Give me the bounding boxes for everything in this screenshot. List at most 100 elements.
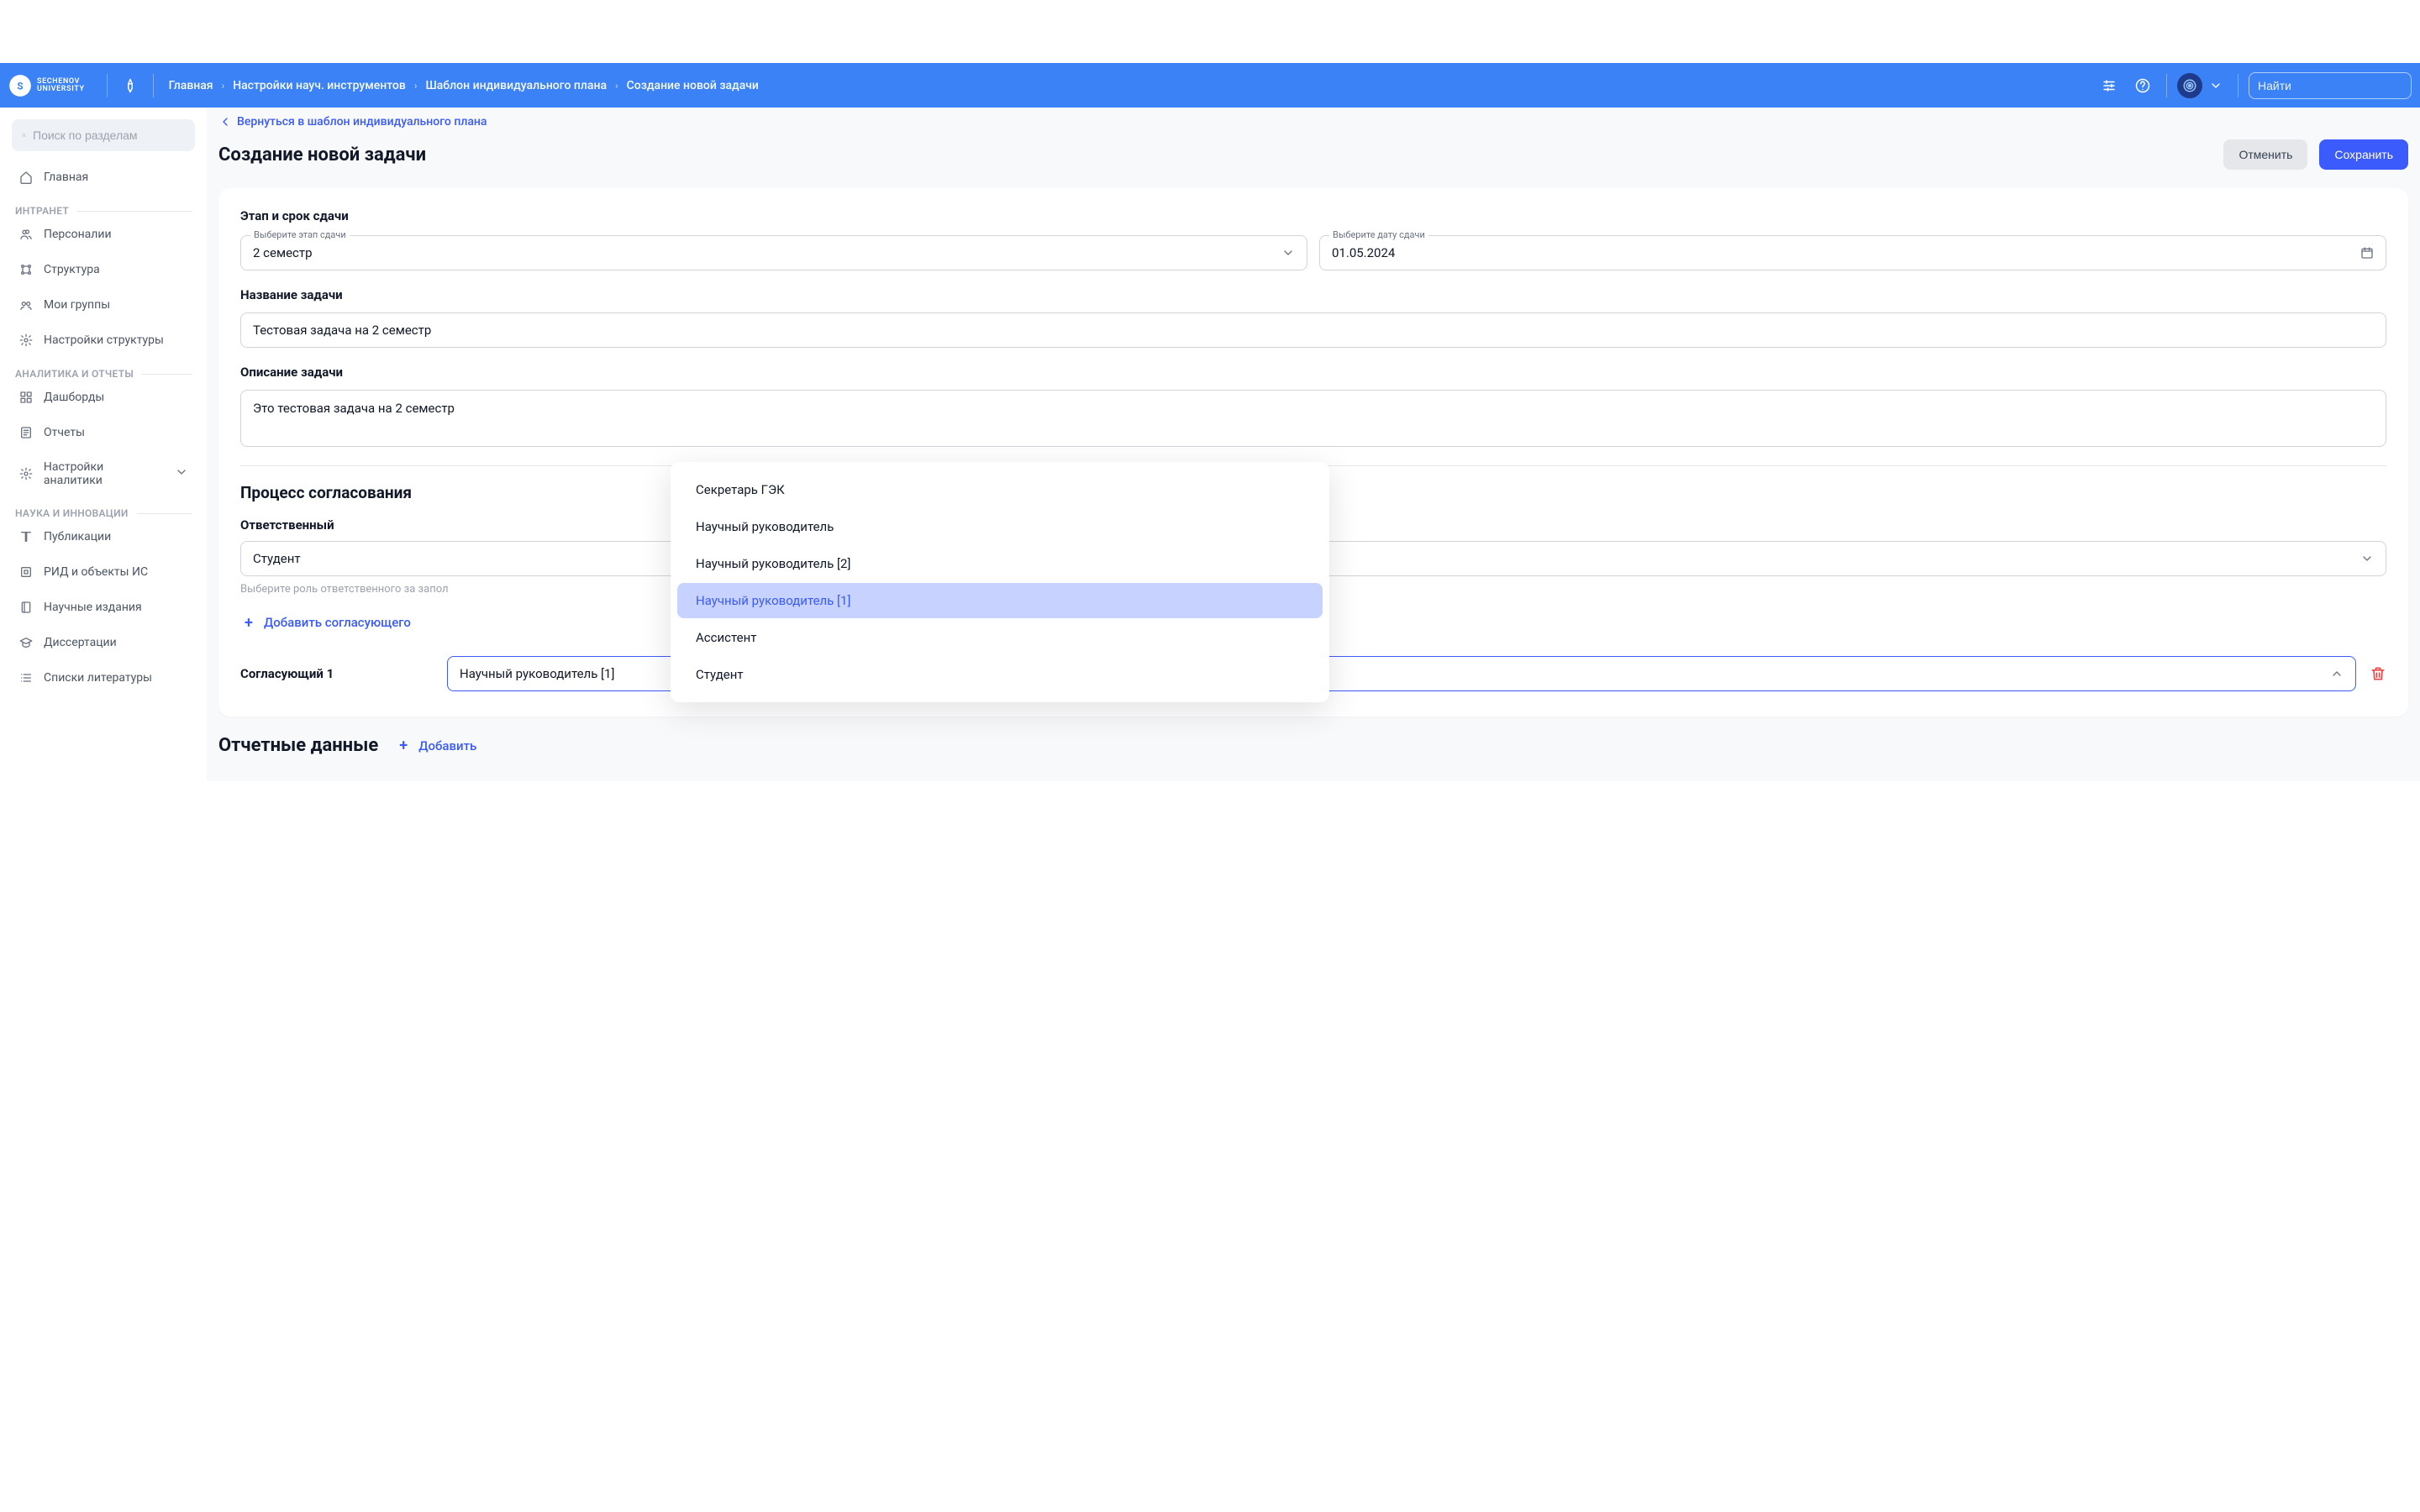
gear-icon [18,466,34,481]
task-form-card: Этап и срок сдачи Выберите этап сдачи 2 … [218,188,2408,717]
page-title: Создание новой задачи [218,144,426,165]
name-label: Название задачи [240,287,2386,302]
stage-select[interactable]: 2 семестр [240,235,1307,270]
avatar[interactable] [2177,73,2202,98]
logo[interactable]: S SECHENOV UNIVERSITY [8,74,85,97]
help-icon[interactable] [2129,72,2156,99]
dropdown-option[interactable]: Секретарь ГЭК [677,472,1323,507]
chevron-up-icon [2330,667,2344,680]
breadcrumb-item-1[interactable]: Настройки науч. инструментов [233,79,406,92]
stage-section-label: Этап и срок сдачи [240,208,2386,223]
dashboard-icon [18,390,34,405]
delete-approver-button[interactable] [2370,665,2386,682]
report-icon [18,425,34,440]
sidebar-item-groups[interactable]: Мои группы [12,287,195,323]
dropdown-option[interactable]: Студент [677,657,1323,692]
approver-dropdown: Секретарь ГЭКНаучный руководительНаучный… [671,462,1329,702]
book-icon [18,529,34,544]
sidebar-item-bibliography[interactable]: Списки литературы [12,660,195,696]
users-icon [18,227,34,242]
browser-chrome-placeholder [0,0,2420,63]
sidebar-item-label: Главная [44,171,88,184]
search-icon [22,129,26,142]
chevron-right-icon: › [222,80,225,92]
cancel-button[interactable]: Отменить [2223,139,2307,170]
chevron-right-icon: › [414,80,418,92]
date-field-label: Выберите дату сдачи [1329,229,1428,240]
sidebar-item-persons[interactable]: Персоналии [12,217,195,252]
sidebar-item-label: Списки литературы [44,671,152,685]
sidebar-item-structure-settings[interactable]: Настройки структуры [12,323,195,358]
logo-text: SECHENOV UNIVERSITY [37,78,85,93]
sidebar-item-label: Дашборды [44,391,104,404]
breadcrumb-item-2[interactable]: Шаблон индивидуального плана [425,79,607,92]
sidebar-item-structure[interactable]: Структура [12,252,195,287]
top-search[interactable] [2249,72,2412,99]
sidebar-item-label: Персоналии [44,228,112,241]
ip-icon [18,564,34,580]
settings-sliders-icon[interactable] [2096,72,2123,99]
sidebar-item-dissertations[interactable]: Диссертации [12,625,195,660]
sidebar-item-label: РИД и объекты ИС [44,565,148,579]
report-section-title: Отчетные данные [218,735,378,756]
chevron-right-icon: › [615,80,618,92]
sidebar-section-intranet: ИНТРАНЕТ [12,205,195,217]
breadcrumb: Главная › Настройки науч. инструментов ›… [169,79,759,92]
svg-text:S: S [17,80,23,92]
sidebar-search-input[interactable] [33,129,185,142]
sidebar-item-label: Настройки структуры [44,333,164,347]
task-name-input[interactable] [240,312,2386,348]
main-content: Вернуться в шаблон индивидуального плана… [207,108,2420,781]
sidebar-item-ip[interactable]: РИД и объекты ИС [12,554,195,590]
topbar: S SECHENOV UNIVERSITY Главная › Настройк… [0,63,2420,108]
sidebar-item-dashboards[interactable]: Дашборды [12,380,195,415]
sidebar-item-label: Диссертации [44,636,117,649]
dropdown-option[interactable]: Ассистент [677,620,1323,655]
chevron-down-icon[interactable] [2209,79,2223,92]
save-button[interactable]: Сохранить [2319,139,2408,170]
sidebar-item-publications[interactable]: Публикации [12,519,195,554]
dropdown-option[interactable]: Научный руководитель [677,509,1323,544]
sidebar-item-label: Структура [44,263,100,276]
breadcrumb-item-0[interactable]: Главная [169,79,213,92]
plus-icon: + [240,614,257,631]
sidebar-item-analytics-settings[interactable]: Настройки аналитики [12,450,195,497]
stage-field-label: Выберите этап сдачи [250,229,350,240]
task-desc-input[interactable] [240,390,2386,447]
sidebar-item-reports[interactable]: Отчеты [12,415,195,450]
sidebar-section-analytics: АНАЛИТИКА И ОТЧЕТЫ [12,368,195,380]
breadcrumb-item-3[interactable]: Создание новой задачи [627,79,759,92]
sidebar-item-home[interactable]: Главная [12,160,195,195]
journal-icon [18,600,34,615]
structure-icon [18,262,34,277]
sidebar-search[interactable] [12,119,195,151]
home-icon [18,170,34,185]
sidebar-item-label: Публикации [44,530,111,543]
sidebar-item-label: Настройки аналитики [44,460,165,487]
dropdown-option[interactable]: Научный руководитель [2] [677,546,1323,581]
sidebar-item-label: Научные издания [44,601,142,614]
calendar-icon [2360,246,2374,260]
chevron-down-icon [1281,246,1295,260]
approver1-label: Согласующий 1 [240,666,434,681]
pin-icon[interactable] [123,78,138,93]
list-icon [18,670,34,685]
logo-icon: S [8,74,32,97]
add-report-button[interactable]: + Добавить [395,738,476,754]
dropdown-option[interactable]: Научный руководитель [1] [677,583,1323,618]
sidebar-section-science: НАУКА И ИННОВАЦИИ [12,507,195,519]
arrow-left-icon [218,115,232,129]
chevron-down-icon [2360,552,2374,565]
groups-icon [18,297,34,312]
desc-label: Описание задачи [240,365,2386,380]
sidebar-item-journals[interactable]: Научные издания [12,590,195,625]
date-input[interactable]: 01.05.2024 [1319,235,2386,270]
top-search-input[interactable] [2258,79,2410,92]
sidebar-item-label: Отчеты [44,426,85,439]
graduation-icon [18,635,34,650]
plus-icon: + [395,738,412,754]
chevron-down-icon [175,465,188,482]
gear-icon [18,333,34,348]
sidebar: Главная ИНТРАНЕТ Персоналии Структура Мо… [0,108,207,781]
back-link[interactable]: Вернуться в шаблон индивидуального плана [218,111,2408,133]
